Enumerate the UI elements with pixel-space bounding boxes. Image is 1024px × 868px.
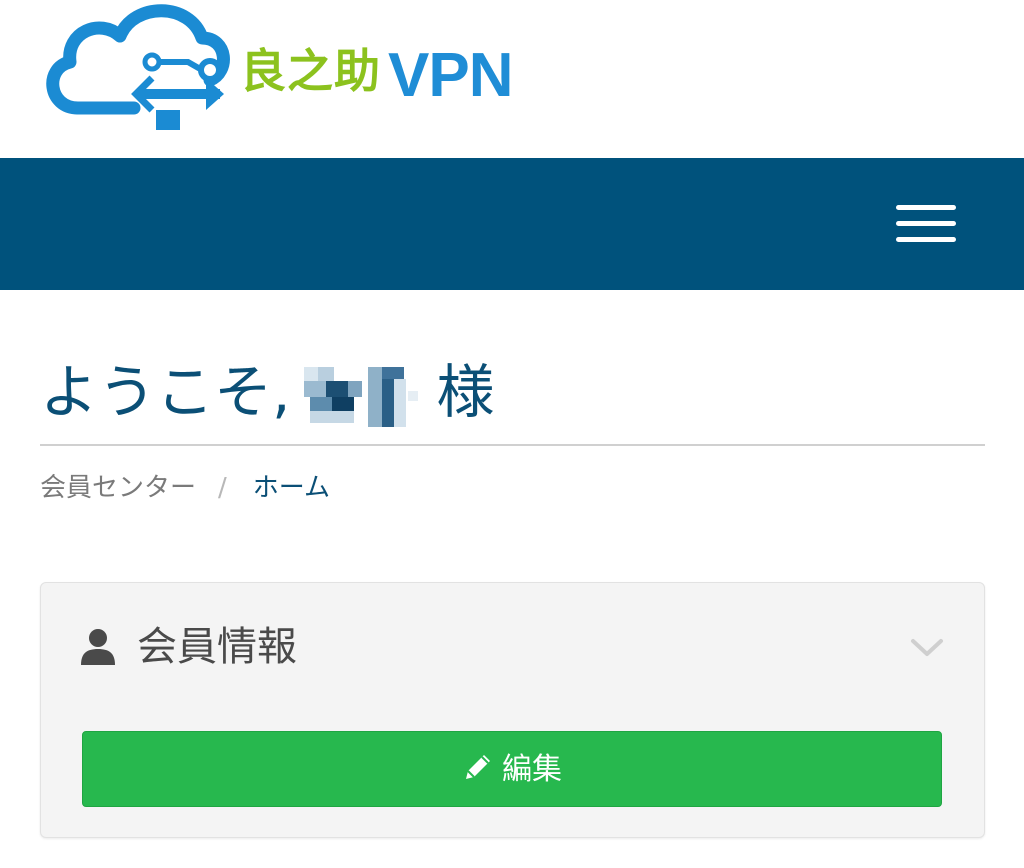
cloud-arrows-logo-icon [46, 4, 230, 130]
member-info-panel: 会員情報 編集 [40, 582, 985, 838]
chevron-down-icon[interactable] [909, 635, 945, 659]
site-header: 良之助 VPN [0, 0, 1024, 158]
panel-header[interactable]: 会員情報 [41, 583, 984, 713]
greeting-suffix: 様 [436, 358, 495, 426]
brand-logo[interactable]: 良之助 VPN [38, 4, 558, 136]
masked-username [304, 361, 422, 431]
breadcrumb-item-home[interactable]: ホーム [253, 473, 330, 503]
breadcrumb-item-member-center[interactable]: 会員センター [40, 473, 196, 503]
breadcrumb-separator: / [218, 473, 227, 503]
greeting-prefix: ようこそ, [40, 358, 291, 426]
user-icon [81, 629, 115, 665]
pencil-icon [466, 755, 490, 779]
edit-button[interactable]: 編集 [82, 731, 942, 807]
page-title: ようこそ, 様 [40, 352, 494, 432]
breadcrumb: 会員センター / ホーム [40, 470, 330, 506]
edit-button-label: 編集 [502, 752, 562, 787]
brand-name-cn: 良之助 [240, 44, 381, 98]
title-divider [40, 444, 985, 446]
hamburger-menu-icon[interactable] [896, 203, 956, 245]
panel-title: 会員情報 [137, 624, 297, 670]
main-navbar [0, 158, 1024, 290]
brand-name-vpn: VPN [388, 41, 513, 110]
